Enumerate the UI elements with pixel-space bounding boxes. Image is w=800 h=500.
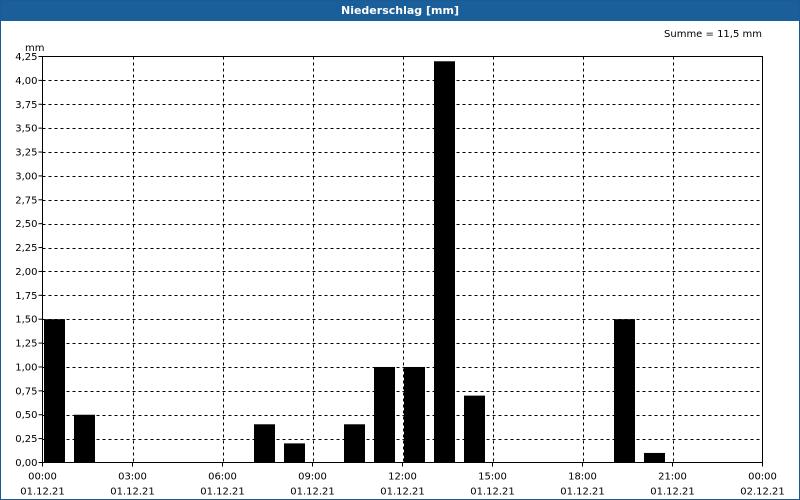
y-tick-label: 1,25 [15,339,37,350]
y-tick-label: 0,00 [15,458,37,469]
x-tick-date-label: 01.12.21 [290,487,335,498]
y-tick-label: 3,50 [15,124,37,135]
x-tick-time-label: 21:00 [658,472,687,483]
bar-14:00 [464,395,485,463]
x-axis-ticks: 00:00 01.12.21 03:00 01.12.21 06:00 01.12.21 0… [20,462,785,498]
y-tick-label: 3,00 [15,171,37,182]
x-tick-time-label: 12:00 [388,472,417,483]
x-tick-date-label: 01.12.21 [200,487,245,498]
chart-window: Niederschlag [mm] mm Summe = 11,5 mm 0,0… [0,0,800,500]
bar-12:00 [404,366,425,463]
x-tick-time-label: 15:00 [478,472,507,483]
y-tick-label: 1,00 [15,362,37,373]
x-tick-time-label: 18:00 [568,472,597,483]
y-tick-label: 4,00 [15,76,37,87]
y-tick-label: 1,50 [15,315,37,326]
y-tick-label: 0,75 [15,386,37,397]
x-tick-date-label: 01.12.21 [470,487,515,498]
bar-10:00 [344,424,365,463]
x-tick-date-label: 01.12.21 [110,487,155,498]
x-tick-date-label: 01.12.21 [20,487,65,498]
y-tick-label: 2,00 [15,267,37,278]
y-tick-label: 2,50 [15,219,37,230]
bar-20:00 [644,452,665,463]
y-tick-label: 3,25 [15,148,37,159]
chart-bars [44,61,665,463]
bar-08:00 [284,443,305,463]
y-tick-label: 2,25 [15,243,37,254]
y-tick-label: 0,50 [15,410,37,421]
x-tick-date-label: 01.12.21 [560,487,605,498]
y-tick-label: 0,25 [15,434,37,445]
precipitation-chart: mm Summe = 11,5 mm 0,000,250,500,751,001… [15,29,785,498]
y-tick-label: 3,75 [15,100,37,111]
plot-area-border [42,56,763,463]
y-tick-label: 2,75 [15,195,37,206]
x-tick-time-label: 00:00 [28,472,57,483]
x-tick-date-label: 02.12.21 [740,487,785,498]
y-tick-label: 1,75 [15,291,37,302]
x-tick-time-label: 03:00 [118,472,147,483]
chart-title: Niederschlag [mm] [1,1,799,21]
bar-07:00 [254,424,275,463]
x-tick-time-label: 06:00 [208,472,237,483]
bar-11:00 [374,366,395,463]
x-tick-date-label: 01.12.21 [380,487,425,498]
chart-grid [42,56,763,463]
x-tick-time-label: 09:00 [298,472,327,483]
total-summary-label: Summe = 11,5 mm [664,29,762,40]
bar-13:00 [434,61,455,463]
bar-00:00 [44,319,65,463]
bar-01:00 [74,414,95,463]
x-tick-time-label: 00:00 [748,472,777,483]
y-axis-ticks: 0,00 0,25 0,50 0,75 1,00 1,25 1,50 1,75 2,00 2,25… [15,52,43,469]
x-tick-date-label: 01.12.21 [650,487,695,498]
y-tick-label: 4,25 [15,52,37,63]
bar-19:00 [614,319,635,463]
